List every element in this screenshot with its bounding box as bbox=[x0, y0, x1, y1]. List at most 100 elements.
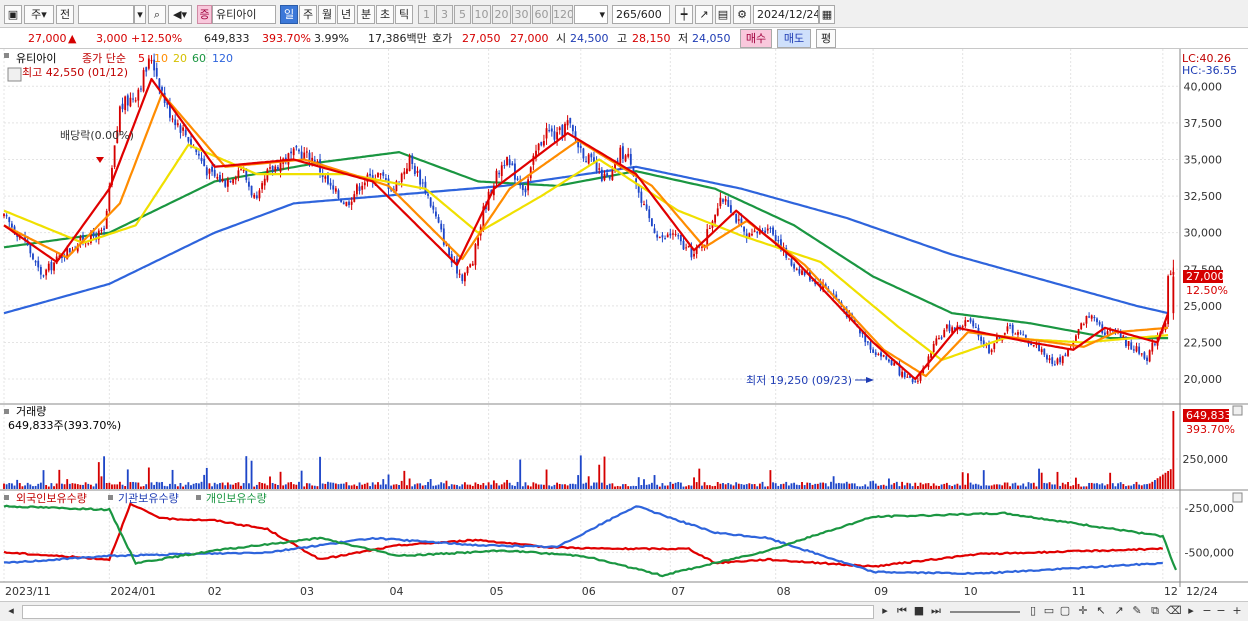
candle-style-icon[interactable]: ┿ bbox=[675, 5, 693, 24]
candle-body bbox=[648, 209, 651, 219]
candle-body bbox=[432, 205, 435, 210]
table-toggle-icon[interactable] bbox=[7, 67, 22, 82]
interval-60[interactable]: 60 bbox=[532, 5, 551, 24]
volume-pct: 393.70% bbox=[262, 32, 311, 45]
window-menu-icon[interactable]: ▣ bbox=[4, 5, 22, 24]
zoom-in-icon[interactable]: + bbox=[1230, 604, 1244, 620]
eval-button[interactable]: 평 bbox=[816, 29, 836, 48]
period-year[interactable]: 년 bbox=[337, 5, 355, 24]
stop-icon[interactable]: ■ bbox=[911, 604, 927, 620]
turnover-pct: 3.99% bbox=[314, 32, 349, 45]
interval-30[interactable]: 30 bbox=[512, 5, 531, 24]
erase-icon[interactable]: ⌫ bbox=[1166, 604, 1182, 620]
candle-body bbox=[1009, 324, 1011, 327]
candle-body bbox=[993, 343, 996, 349]
layout-icon-1[interactable]: ▯ bbox=[1026, 604, 1040, 620]
volume-bar bbox=[171, 469, 174, 489]
candle-body bbox=[1154, 343, 1156, 345]
sell-button[interactable]: 매도 bbox=[777, 29, 811, 48]
candle-body bbox=[1098, 322, 1101, 325]
sound-icon[interactable]: ◀▾ bbox=[168, 5, 192, 24]
volume-bar bbox=[10, 483, 13, 489]
x-axis-label: 09 bbox=[874, 585, 888, 598]
date-input[interactable]: 2024/12/24 bbox=[753, 5, 819, 24]
crosshair-icon[interactable]: ✛ bbox=[1076, 604, 1090, 620]
prev-button[interactable]: 전 bbox=[56, 5, 74, 24]
interval-120[interactable]: 120 bbox=[552, 5, 573, 24]
minus-icon[interactable]: − bbox=[1214, 604, 1228, 620]
stock-name-field[interactable]: 유티아이 bbox=[212, 5, 276, 24]
interval-1[interactable]: 1 bbox=[418, 5, 435, 24]
stock-code-input[interactable]: 179900 bbox=[78, 5, 134, 24]
line-tool-icon[interactable]: ↗ bbox=[695, 5, 713, 24]
scroll-end-icon[interactable]: ▸ bbox=[1184, 604, 1198, 620]
period-day[interactable]: 일 bbox=[280, 5, 298, 24]
arrow-left-tool-icon[interactable]: ↖ bbox=[1094, 604, 1108, 620]
scroll-left-icon[interactable]: ◂ bbox=[4, 604, 18, 620]
period-second[interactable]: 초 bbox=[376, 5, 394, 24]
candle-body bbox=[650, 218, 653, 227]
ma10-legend: 10 bbox=[154, 52, 168, 65]
volume-bar bbox=[448, 486, 451, 489]
volume-bar bbox=[68, 483, 71, 489]
fast-forward-icon[interactable]: ⏭ bbox=[928, 604, 944, 620]
volume-bar bbox=[643, 479, 645, 489]
bar-count-field[interactable]: 265/600 bbox=[612, 5, 670, 24]
interval-3[interactable]: 3 bbox=[436, 5, 453, 24]
save-icon[interactable]: ▤ bbox=[715, 5, 731, 24]
period-minute[interactable]: 분 bbox=[357, 5, 375, 24]
volume-bar bbox=[819, 482, 822, 489]
volume-bar bbox=[901, 481, 904, 489]
volume-pane-close-icon[interactable] bbox=[1232, 405, 1243, 416]
calendar-icon[interactable]: ▦ bbox=[819, 5, 835, 24]
volume-bar bbox=[66, 479, 69, 489]
candle-body bbox=[877, 353, 880, 355]
layout-icon-2[interactable]: ▭ bbox=[1042, 604, 1056, 620]
layout-icon-3[interactable]: ▢ bbox=[1058, 604, 1072, 620]
draw-tool-icon[interactable]: ✎ bbox=[1130, 604, 1144, 620]
volume-bar bbox=[898, 486, 901, 489]
hoga-label: 호가 bbox=[432, 32, 453, 45]
interval-10[interactable]: 10 bbox=[472, 5, 491, 24]
volume-bar bbox=[938, 485, 940, 489]
buy-button[interactable]: 매수 bbox=[740, 29, 772, 48]
chart-area[interactable]: 40,000 37,500 35,000 32,500 30,000 27,500 25,0… bbox=[0, 49, 1248, 601]
copy-icon[interactable]: ⧉ bbox=[1148, 604, 1162, 620]
period-month[interactable]: 월 bbox=[318, 5, 336, 24]
volume-bar bbox=[864, 484, 867, 489]
volume-bar bbox=[1148, 483, 1151, 489]
status-bar: ◂ ▸ ⏮ ■ ⏭ ▯ ▭ ▢ ✛ ↖ ↗ ✎ ⧉ ⌫ ▸ − − + bbox=[0, 601, 1248, 621]
period-week[interactable]: 주 bbox=[299, 5, 317, 24]
custom-interval-select[interactable]: ▾ bbox=[574, 5, 608, 24]
volume-bar bbox=[708, 485, 711, 489]
volume-bar bbox=[1048, 482, 1051, 489]
volume-bar bbox=[993, 484, 996, 489]
period-tick[interactable]: 틱 bbox=[395, 5, 413, 24]
volume-bar bbox=[224, 485, 227, 489]
zoom-out-icon[interactable]: − bbox=[1200, 604, 1214, 620]
candle-body bbox=[121, 103, 124, 110]
settings-gear-icon[interactable]: ⚙ bbox=[733, 5, 751, 24]
rewind-icon[interactable]: ⏮ bbox=[894, 604, 910, 620]
candle-body bbox=[200, 157, 203, 162]
interval-5[interactable]: 5 bbox=[454, 5, 471, 24]
horizontal-scrollbar[interactable] bbox=[22, 605, 874, 619]
volume-bar bbox=[961, 472, 964, 489]
volume-bar bbox=[140, 486, 142, 489]
zoom-slider[interactable] bbox=[950, 611, 1020, 613]
volume-bar bbox=[13, 485, 16, 489]
scroll-right-icon[interactable]: ▸ bbox=[878, 604, 892, 620]
code-dropdown-icon[interactable]: ▾ bbox=[134, 5, 146, 24]
trend-tool-icon[interactable]: ↗ bbox=[1112, 604, 1126, 620]
candle-body bbox=[269, 167, 271, 169]
volume-bar bbox=[232, 484, 235, 489]
volume-bar bbox=[627, 486, 630, 489]
volume-bar bbox=[637, 477, 640, 489]
volume-bar bbox=[1146, 484, 1148, 489]
search-icon[interactable]: ⌕ bbox=[148, 5, 166, 24]
interval-20[interactable]: 20 bbox=[492, 5, 511, 24]
volume-bar bbox=[1119, 482, 1122, 489]
market-select[interactable]: 주▾ bbox=[24, 5, 54, 24]
holding-pane-close-icon[interactable] bbox=[1232, 492, 1243, 503]
stock-chart[interactable]: 40,00037,50035,00032,50030,00027,50025,0… bbox=[0, 49, 1248, 601]
